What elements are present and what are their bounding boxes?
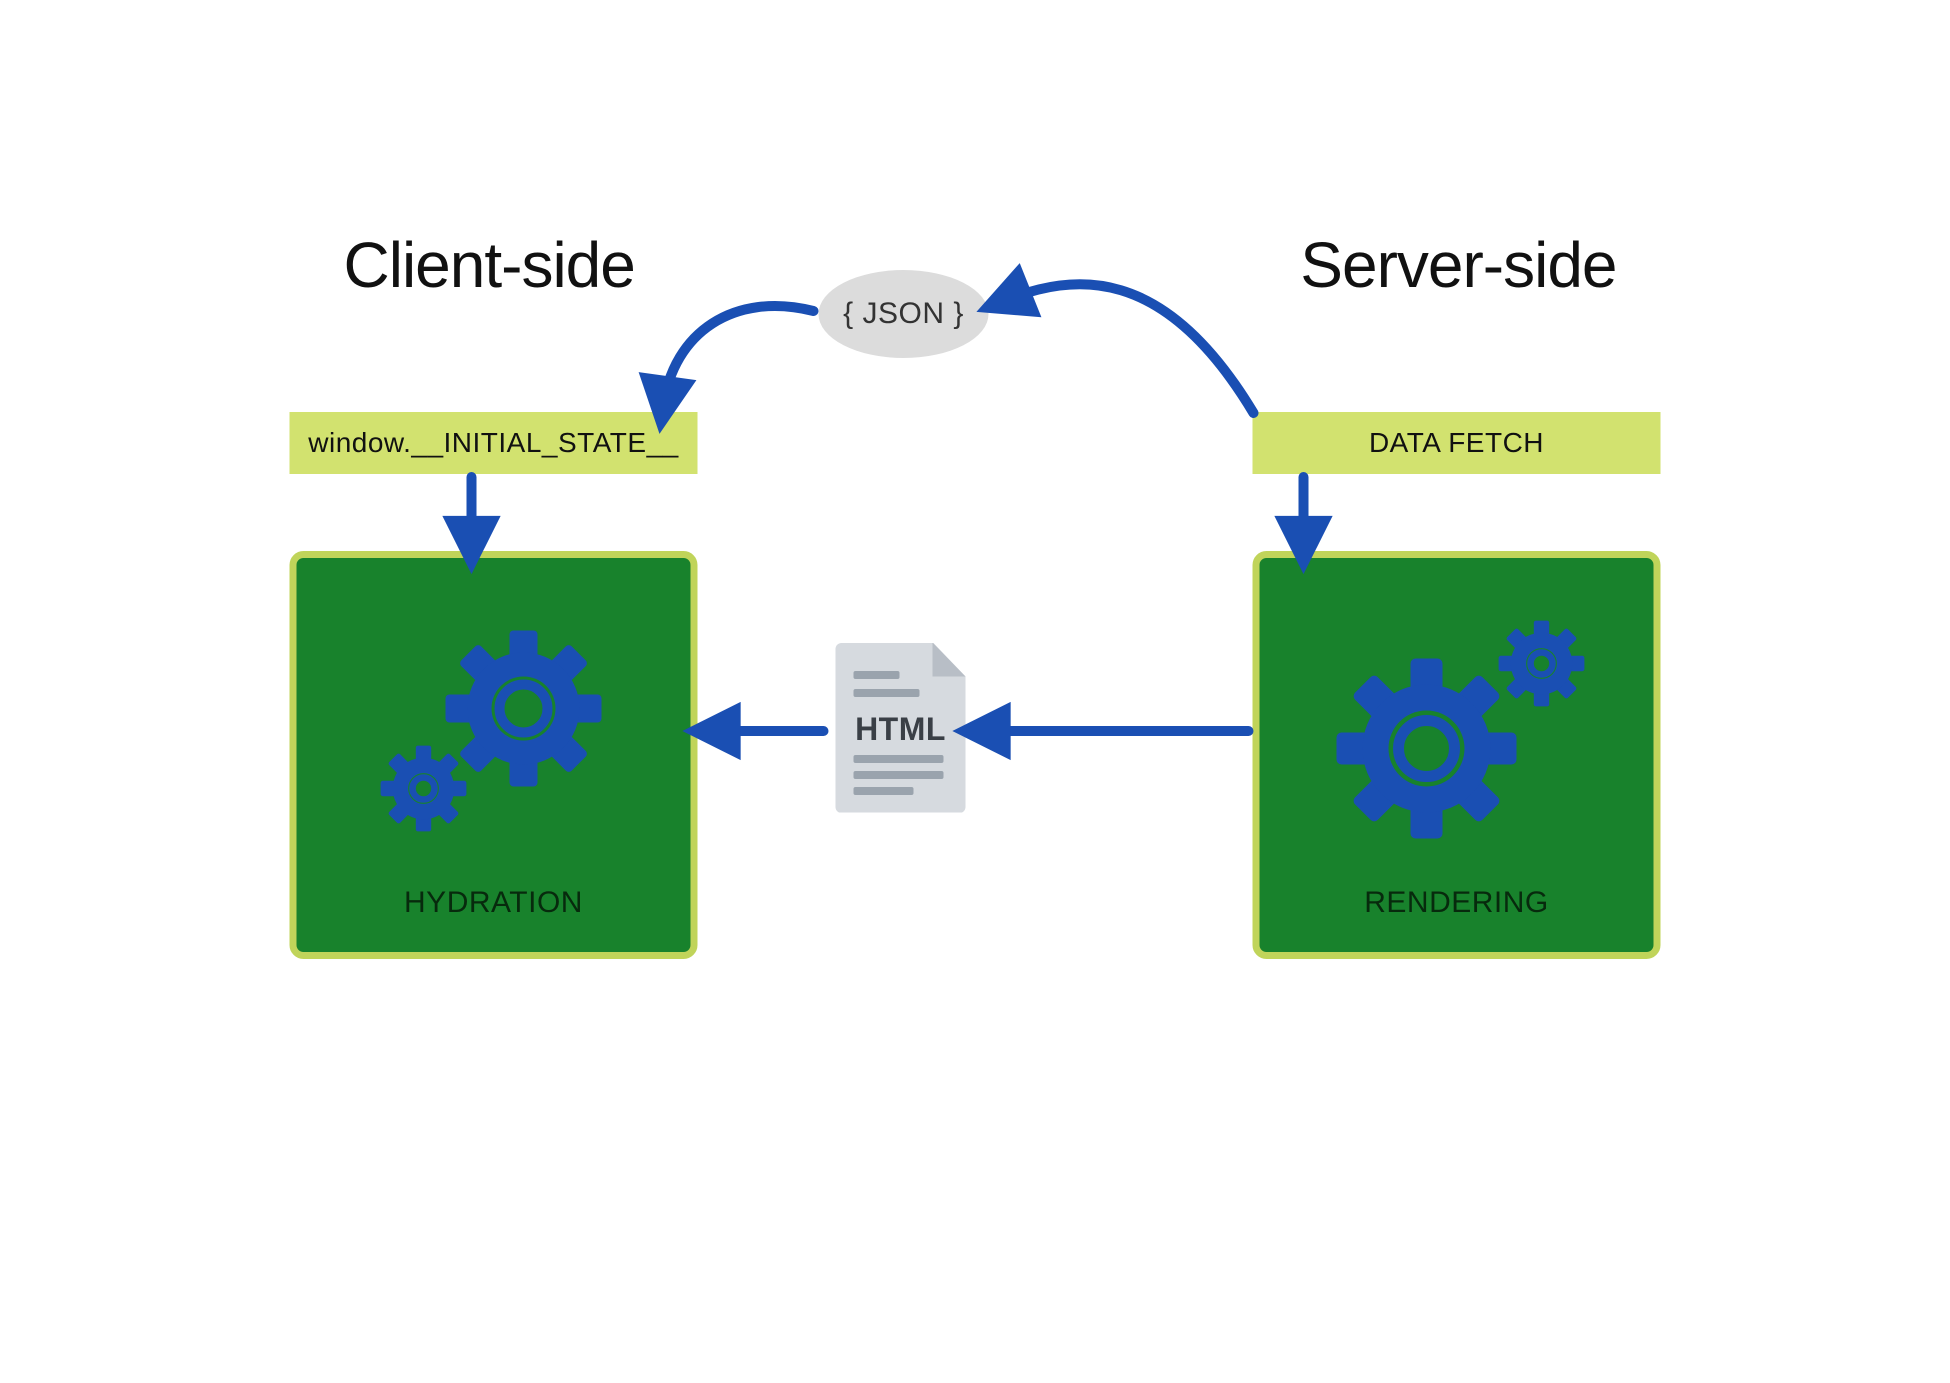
box-hydration: HYDRATION	[290, 551, 698, 959]
arrow-datafetch-to-json	[1004, 284, 1254, 413]
gears-icon	[364, 618, 624, 843]
html-file-label: HTML	[836, 711, 966, 748]
heading-client-side: Client-side	[344, 228, 635, 302]
label-initial-state: window.__INITIAL_STATE__	[290, 412, 698, 474]
box-rendering-caption: RENDERING	[1260, 886, 1654, 920]
diagram-stage: Client-side Server-side window.__INITIAL…	[244, 173, 1707, 1211]
arrow-json-to-initialstate	[664, 306, 814, 405]
json-node: { JSON }	[819, 270, 989, 358]
box-hydration-caption: HYDRATION	[297, 886, 691, 920]
gears-icon	[1307, 608, 1607, 853]
label-data-fetch: DATA FETCH	[1253, 412, 1661, 474]
heading-server-side: Server-side	[1300, 228, 1616, 302]
html-document-icon: HTML	[836, 643, 966, 813]
box-rendering: RENDERING	[1253, 551, 1661, 959]
